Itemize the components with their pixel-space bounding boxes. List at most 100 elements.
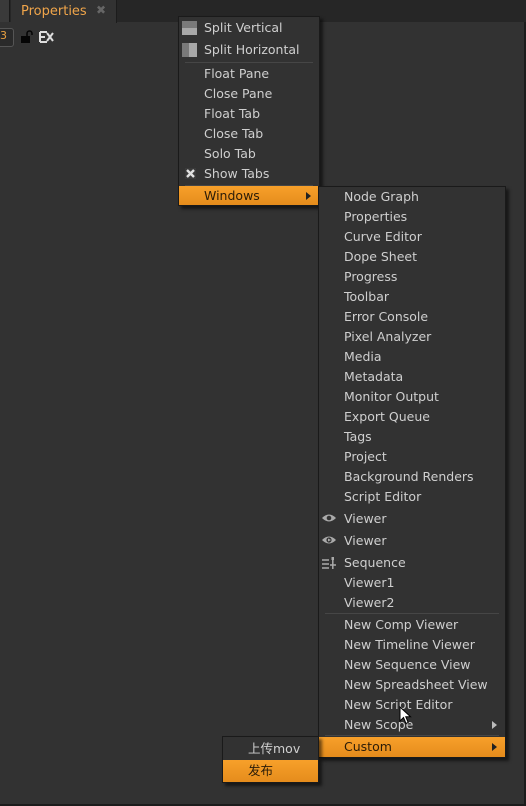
menu-item-label: Curve Editor [344,229,422,244]
menu-item-label: Pixel Analyzer [344,329,432,344]
menu-item-monitor-output[interactable]: Monitor Output [319,387,505,407]
menu-item-label: Windows [204,188,260,203]
menu-item-label: New Sequence View [344,657,471,672]
menu-item-label: Export Queue [344,409,430,424]
menu-item-curve-editor[interactable]: Curve Editor [319,227,505,247]
menu-item-tags[interactable]: Tags [319,427,505,447]
menu-item-label: Error Console [344,309,429,324]
menu-item-progress[interactable]: Progress [319,267,505,287]
menu-item-label: Monitor Output [344,389,439,404]
menu-item-label: 发布 [248,763,274,778]
menu-item-new-sequence-view[interactable]: New Sequence View [319,655,505,675]
submenu-arrow-icon [306,192,311,200]
menu-item-label: Close Tab [204,126,264,141]
menu-item-label: Float Pane [204,66,270,81]
unlock-icon[interactable] [20,30,34,44]
menu-item-label: Properties [344,209,408,224]
menu-item-toolbar[interactable]: Toolbar [319,287,505,307]
menu-item-viewer2[interactable]: Viewer2 [319,593,505,613]
menu-item-label: Show Tabs [204,166,270,181]
tab-previous[interactable] [0,0,10,22]
menu-item-label: Split Vertical [204,20,283,35]
menu-item-show-tabs[interactable]: Show Tabs [179,164,319,184]
menu-item-label: Split Horizontal [204,42,300,57]
menu-item-label: Node Graph [344,189,419,204]
menu-item-media[interactable]: Media [319,347,505,367]
menu-item-label: Custom [344,739,392,754]
tab-properties[interactable]: Properties ✖ [11,0,117,23]
menu-item-publish[interactable]: 发布 [223,760,318,782]
menu-item-new-scope[interactable]: New Scope [319,715,505,735]
menu-separator [325,613,499,614]
menu-item-node-graph[interactable]: Node Graph [319,187,505,207]
menu-item-label: New Timeline Viewer [344,637,475,652]
clear-panels-icon[interactable] [39,31,55,43]
split-vertical-icon [182,21,197,35]
menu-separator [185,62,313,63]
menu-item-label: Sequence [344,555,406,570]
menu-item-label: Tags [344,429,372,444]
menu-item-label: Close Pane [204,86,273,101]
menu-item-label: Toolbar [344,289,390,304]
menu-item-close-tab[interactable]: Close Tab [179,124,319,144]
menu-item-close-pane[interactable]: Close Pane [179,84,319,104]
tab-label: Properties [21,4,87,19]
eye-icon [322,514,336,522]
menu-item-script-editor[interactable]: Script Editor [319,487,505,507]
menu-item-dope-sheet[interactable]: Dope Sheet [319,247,505,267]
menu-item-new-timeline-viewer[interactable]: New Timeline Viewer [319,635,505,655]
menu-item-label: 上传mov [248,741,301,756]
windows-submenu: Node Graph Properties Curve Editor Dope … [318,186,506,758]
menu-item-viewer1[interactable]: Viewer1 [319,573,505,593]
menu-item-label: Background Renders [344,469,474,484]
menu-item-label: Media [344,349,382,364]
close-icon[interactable]: ✖ [96,3,106,17]
menu-item-background-renders[interactable]: Background Renders [319,467,505,487]
menu-item-float-pane[interactable]: Float Pane [179,64,319,84]
menu-item-label: New Comp Viewer [344,617,459,632]
menu-item-new-comp-viewer[interactable]: New Comp Viewer [319,615,505,635]
mouse-cursor-icon [399,706,412,725]
menu-item-upload-mov[interactable]: 上传mov [223,739,318,759]
menu-item-windows[interactable]: Windows [179,186,319,205]
menu-item-label: Solo Tab [204,146,256,161]
checkbox-x-icon [185,168,196,179]
menu-item-split-horizontal[interactable]: Split Horizontal [179,40,319,60]
menu-item-project[interactable]: Project [319,447,505,467]
menu-item-label: Viewer1 [344,575,395,590]
menu-item-custom[interactable]: Custom [319,737,505,757]
menu-item-label: Progress [344,269,398,284]
menu-item-sequence[interactable]: Sequence [319,552,505,574]
menu-item-viewer[interactable]: Viewer [319,508,505,530]
menu-item-split-vertical[interactable]: Split Vertical [179,18,319,38]
pane-context-menu: Split Vertical Split Horizontal Float Pa… [178,16,320,206]
menu-item-label: Dope Sheet [344,249,418,264]
menu-item-label: Project [344,449,387,464]
submenu-arrow-icon [492,721,497,729]
menu-item-metadata[interactable]: Metadata [319,367,505,387]
sequence-icon [322,557,336,569]
custom-submenu: 上传mov 发布 [222,736,319,783]
menu-item-label: Metadata [344,369,404,384]
max-panels-value: 3 [0,29,7,42]
menu-item-label: Script Editor [344,489,422,504]
menu-item-float-tab[interactable]: Float Tab [179,104,319,124]
menu-item-label: Float Tab [204,106,261,121]
menu-item-new-script-editor[interactable]: New Script Editor [319,695,505,715]
menu-item-label: Viewer2 [344,595,395,610]
eye-play-icon [322,536,336,544]
menu-item-label: Viewer [344,511,387,526]
max-panels-field[interactable]: 3 [0,28,14,47]
menu-separator [325,735,499,736]
menu-item-label: Viewer [344,533,387,548]
split-horizontal-icon [182,43,197,57]
menu-item-pixel-analyzer[interactable]: Pixel Analyzer [319,327,505,347]
menu-item-label: New Spreadsheet View [344,677,488,692]
menu-item-new-spreadsheet-view[interactable]: New Spreadsheet View [319,675,505,695]
menu-item-properties[interactable]: Properties [319,207,505,227]
menu-item-error-console[interactable]: Error Console [319,307,505,327]
submenu-arrow-icon [492,743,497,751]
menu-item-export-queue[interactable]: Export Queue [319,407,505,427]
menu-item-viewer[interactable]: Viewer [319,530,505,552]
menu-item-solo-tab[interactable]: Solo Tab [179,144,319,164]
